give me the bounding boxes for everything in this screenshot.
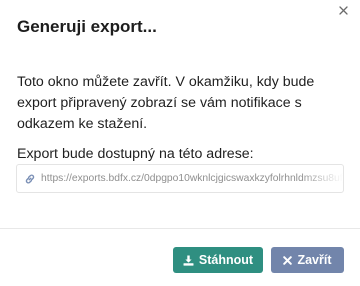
close-button-label: Zavřít [297,253,332,267]
close-icon [338,5,348,15]
download-icon [183,255,194,266]
download-button-label: Stáhnout [198,253,254,267]
export-dialog: Generuji export... Toto okno můžete zavř… [0,0,360,286]
export-url-text: https://exports.bdfx.cz/0dpgpo10wknlcjgi… [41,173,343,184]
link-icon [23,172,37,186]
download-button[interactable]: Stáhnout [173,247,263,273]
close-button[interactable]: Zavřít [271,247,344,273]
times-icon [283,255,293,265]
dialog-message: Toto okno můžete zavřít. V okamžiku, kdy… [17,74,315,132]
dialog-close-button[interactable] [336,2,350,18]
address-label: Export bude dostupný na této adrese: [17,146,254,162]
export-url-field[interactable]: https://exports.bdfx.cz/0dpgpo10wknlcjgi… [16,164,344,193]
footer-divider [0,228,360,229]
dialog-title: Generuji export... [17,17,157,36]
